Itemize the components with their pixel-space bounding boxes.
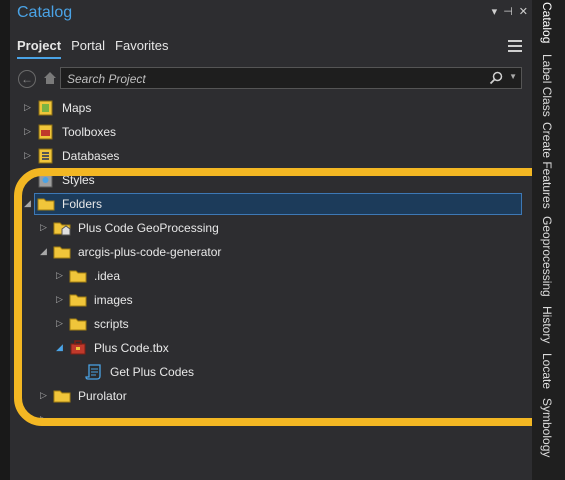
tree-item-scripts[interactable]: ▷ scripts xyxy=(10,313,532,335)
hamburger-menu-icon[interactable] xyxy=(508,40,522,52)
tree-item-plus-code-tbx[interactable]: ◢ Plus Code.tbx xyxy=(10,337,532,359)
maps-icon xyxy=(38,100,53,116)
title-controls: ▾ ⊣ ✕ xyxy=(492,5,528,18)
tree-item-label: Purolator xyxy=(78,389,127,403)
auto-hide-pin-icon[interactable]: ⊣ xyxy=(503,5,513,18)
tree-item-databases[interactable]: ▷ Databases xyxy=(10,145,532,167)
tree-item-idea[interactable]: ▷ .idea xyxy=(10,265,532,287)
collapse-chevron-icon[interactable]: ◢ xyxy=(24,198,34,208)
right-dock-tabs: Catalog Label Class Create Features Geop… xyxy=(532,0,565,480)
search-box: ▼ xyxy=(60,67,522,89)
tree-item-images[interactable]: ▷ images xyxy=(10,289,532,311)
folder-icon xyxy=(53,390,71,403)
styles-icon xyxy=(38,172,53,188)
collapse-chevron-icon[interactable]: ◢ xyxy=(56,342,66,352)
dock-tab-create-features[interactable]: Create Features xyxy=(540,122,554,209)
collapse-chevron-icon[interactable]: ◢ xyxy=(40,246,50,256)
tree-item-label: Get Plus Codes xyxy=(110,365,195,379)
expand-chevron-icon[interactable]: ▷ xyxy=(56,270,66,280)
expand-chevron-icon[interactable]: ▷ xyxy=(56,294,66,304)
expand-chevron-icon[interactable]: ▷ xyxy=(24,150,34,160)
tree-item-label: Styles xyxy=(62,173,95,187)
database-icon xyxy=(38,148,53,164)
expand-chevron-icon[interactable]: ▷ xyxy=(40,414,50,424)
search-icon[interactable] xyxy=(489,71,503,85)
dock-tab-history[interactable]: History xyxy=(540,306,554,343)
pane-titlebar: Catalog ▾ ⊣ ✕ xyxy=(10,0,532,30)
home-folder-icon xyxy=(53,222,71,236)
toolbox-icon xyxy=(38,124,53,140)
tree-item-label: scripts xyxy=(94,317,129,331)
tree-item-label: Plus Code GeoProcessing xyxy=(78,221,219,235)
folder-icon xyxy=(53,246,71,259)
expand-chevron-icon[interactable]: ▷ xyxy=(24,126,34,136)
folder-icon xyxy=(69,270,87,283)
search-options-chevron-icon[interactable]: ▼ xyxy=(509,72,517,81)
catalog-pane: Catalog ▾ ⊣ ✕ Project Portal Favorites ←… xyxy=(10,0,532,480)
tree-item-label: Toolboxes xyxy=(62,125,117,139)
tree-item-label: arcgis-plus-code-generator xyxy=(78,245,222,259)
catalog-tabs: Project Portal Favorites xyxy=(17,38,169,59)
script-tool-icon xyxy=(85,364,101,380)
tab-favorites[interactable]: Favorites xyxy=(115,38,168,59)
expand-chevron-icon[interactable]: ▷ xyxy=(24,102,34,112)
tree-item-folders[interactable]: ◢ Folders xyxy=(10,193,532,215)
dock-tab-label-class[interactable]: Label Class xyxy=(540,54,554,117)
tree-item-partial[interactable]: ▷ xyxy=(10,409,532,431)
tab-portal[interactable]: Portal xyxy=(71,38,105,59)
tree-item-label: Databases xyxy=(62,149,120,163)
tree-item-label: Plus Code.tbx xyxy=(94,341,169,355)
tree-item-maps[interactable]: ▷ Maps xyxy=(10,97,532,119)
selection-highlight xyxy=(34,193,522,215)
background-app-edge xyxy=(0,0,10,480)
tree-item-purolator[interactable]: ▷ Purolator xyxy=(10,385,532,407)
expand-chevron-icon[interactable]: ▷ xyxy=(56,318,66,328)
home-icon[interactable] xyxy=(43,71,57,85)
expand-chevron-icon[interactable]: ▷ xyxy=(24,174,34,184)
dock-tab-locate[interactable]: Locate xyxy=(540,353,554,389)
toolbox-icon xyxy=(70,340,86,355)
tree-item-styles[interactable]: ▷ Styles xyxy=(10,169,532,191)
search-input[interactable] xyxy=(65,70,479,88)
folder-icon xyxy=(69,318,87,331)
tree-item-toolboxes[interactable]: ▷ Toolboxes xyxy=(10,121,532,143)
back-arrow-icon[interactable]: ← xyxy=(18,70,36,88)
tree-item-label: Folders xyxy=(62,197,103,211)
dock-tab-geoprocessing[interactable]: Geoprocessing xyxy=(540,216,554,297)
tree-item-arcgis-plus-code-generator[interactable]: ◢ arcgis-plus-code-generator xyxy=(10,241,532,263)
folder-icon xyxy=(37,198,55,211)
tree-item-get-plus-codes[interactable]: Get Plus Codes xyxy=(10,361,532,383)
pane-options-dropdown-icon[interactable]: ▾ xyxy=(492,5,498,18)
folder-icon xyxy=(69,294,87,307)
pane-title: Catalog xyxy=(17,4,73,21)
dock-tab-catalog[interactable]: Catalog xyxy=(540,2,554,43)
tree-item-label: images xyxy=(94,293,133,307)
app-root: Catalog ▾ ⊣ ✕ Project Portal Favorites ←… xyxy=(0,0,565,480)
tab-project[interactable]: Project xyxy=(17,38,62,59)
tree-item-label: Maps xyxy=(62,101,92,115)
dock-tab-symbology[interactable]: Symbology xyxy=(540,398,554,457)
tree-item-plus-code-geoprocessing[interactable]: ▷ Plus Code GeoProcessing xyxy=(10,217,532,239)
expand-chevron-icon[interactable]: ▷ xyxy=(40,390,50,400)
tree-item-label: .idea xyxy=(94,269,121,283)
expand-chevron-icon[interactable]: ▷ xyxy=(40,222,50,232)
close-pane-icon[interactable]: ✕ xyxy=(519,5,528,18)
